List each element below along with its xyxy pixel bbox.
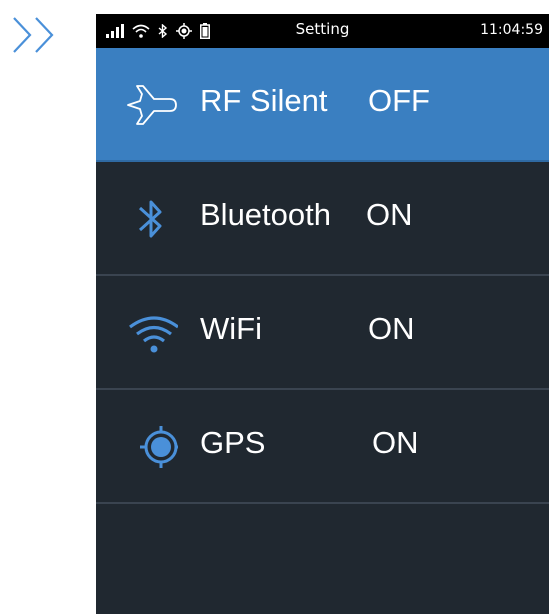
setting-value[interactable]: ON — [368, 311, 415, 347]
status-bar: Setting 11:04:59 — [96, 14, 549, 48]
setting-row-wifi[interactable]: WiFi ON — [96, 276, 549, 390]
setting-value[interactable]: ON — [366, 197, 413, 233]
setting-label: Bluetooth — [200, 197, 331, 232]
setting-label: RF Silent — [200, 83, 328, 118]
setting-row-bluetooth[interactable]: Bluetooth ON — [96, 162, 549, 276]
setting-label: WiFi — [200, 311, 262, 346]
gps-icon — [140, 426, 178, 468]
double-chevron-right-icon[interactable] — [8, 14, 64, 56]
wifi-icon — [129, 316, 178, 353]
setting-row-gps[interactable]: GPS ON — [96, 390, 549, 504]
airplane-icon — [127, 85, 177, 125]
setting-row-rf-silent[interactable]: RF Silent OFF — [96, 48, 549, 162]
setting-value[interactable]: ON — [372, 425, 419, 461]
device-screen: Setting 11:04:59 RF Silent OFF Bluetooth… — [96, 14, 549, 614]
setting-value[interactable]: OFF — [368, 83, 430, 119]
setting-label: GPS — [200, 425, 266, 460]
clock: 11:04:59 — [480, 22, 543, 38]
bluetooth-icon — [138, 200, 162, 238]
